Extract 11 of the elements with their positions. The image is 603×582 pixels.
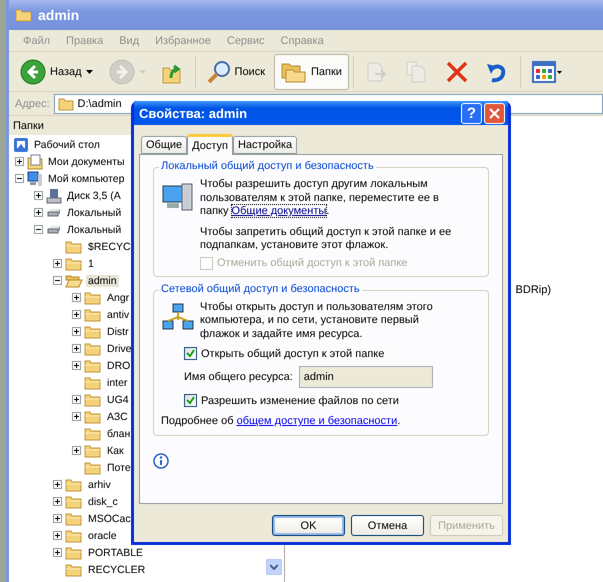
group-legend: Сетевой общий доступ и безопасность [159,282,362,294]
group-legend: Локальный общий доступ и безопасность [159,160,376,172]
address-label: Адрес: [15,98,50,110]
info-text: Чтобы открыть доступ и пользователям этого компьютера, и по сети, установите первый флажок и задайте имя ресурса. [200,300,434,341]
info-text: Чтобы разрешить доступ другим локальным пользователям к этой папке, переместите ее в папку Общие документы. [200,178,440,218]
more-info-text: Подробнее об общем доступе и безопасности. [161,415,402,427]
window-title: admin [38,7,80,23]
info-text: Чтобы запретить общий доступ к этой папке и ее подпапкам, установите этот флажок. [200,226,452,252]
field-label: Имя общего ресурса: [184,371,293,383]
pane-title: Папки [13,120,44,132]
dialog-title: Свойства: admin [139,106,248,120]
